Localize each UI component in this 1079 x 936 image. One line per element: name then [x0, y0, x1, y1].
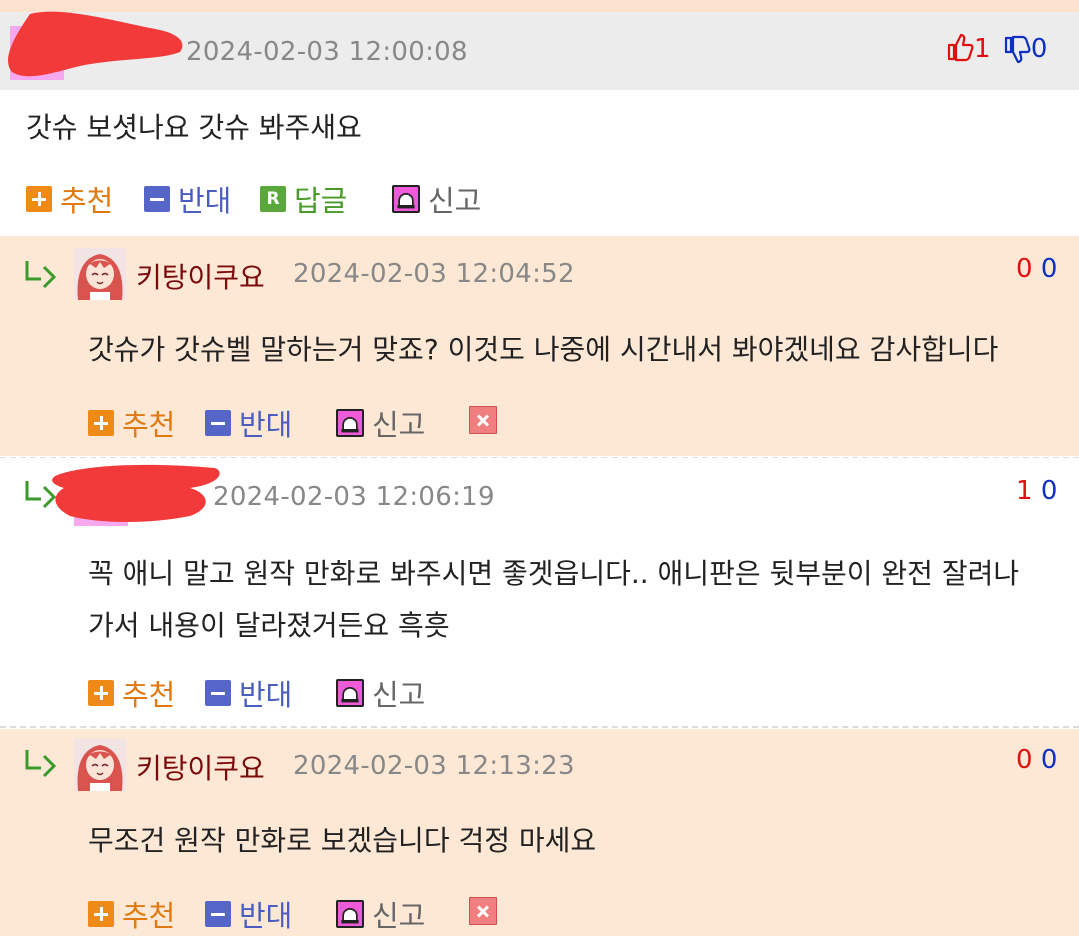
- report-button[interactable]: 신고: [392, 178, 481, 220]
- comment-2: 2024-02-03 12:06:19 1 0 꼭 애니 말고 원작 만화로 봐…: [0, 458, 1079, 726]
- upvote-count[interactable]: 0: [1016, 254, 1033, 284]
- delete-icon: [469, 897, 497, 925]
- delete-icon: [469, 406, 497, 434]
- comment-body-line: 꼭 애니 말고 원작 만화로 봐주시면 좋겟읍니다.. 애니판은 뒷부분이 완전…: [88, 557, 1020, 590]
- comment-body: 무조건 원작 만화로 보겠습니다 걱정 마세요: [88, 815, 596, 867]
- siren-icon: [392, 185, 420, 213]
- comment-body: 꼭 애니 말고 원작 만화로 봐주시면 좋겟읍니다.. 애니판은 뒷부분이 완전…: [88, 548, 1019, 652]
- siren-icon: [336, 679, 364, 707]
- recommend-button[interactable]: 추천: [88, 402, 175, 444]
- reply-arrow-icon: [25, 750, 57, 777]
- comment-body-line: 가서 내용이 달라졌거든요 흑흣: [88, 609, 450, 642]
- reply-arrow-icon: [25, 261, 57, 288]
- comment-body-line: 갓슈 보셧나요 갓슈 봐주새요: [26, 111, 362, 144]
- delete-button[interactable]: [469, 897, 505, 925]
- report-button[interactable]: 신고: [336, 672, 425, 714]
- recommend-button[interactable]: 추천: [88, 893, 175, 935]
- comment-1: 키탕이쿠요 2024-02-03 12:04:52 0 0 갓슈가 갓슈벨 말하…: [0, 236, 1079, 456]
- vote-counts: 0 0: [1016, 254, 1057, 284]
- siren-icon: [336, 900, 364, 928]
- plus-icon: [88, 680, 114, 706]
- comment-nickname[interactable]: 키탕이쿠요: [136, 747, 265, 787]
- avatar: [74, 248, 126, 300]
- comment-timestamp: 2024-02-03 12:13:23: [293, 751, 575, 781]
- comment-0: 2024-02-03 12:00:08 1 0 갓슈 보셧나요 갓슈 봐주새요 …: [0, 11, 1079, 236]
- siren-icon: [336, 409, 364, 437]
- comment-body: 갓슈가 갓슈벨 말하는거 맞죠? 이것도 나중에 시간내서 봐야겠네요 감사합니…: [88, 324, 998, 376]
- avatar: [74, 739, 126, 791]
- redaction-mark: [8, 11, 183, 77]
- vote-counts: 0 0: [1016, 745, 1057, 775]
- vote-counts: 1 0: [946, 32, 1047, 65]
- report-button[interactable]: 신고: [336, 893, 425, 935]
- comment-3: 키탕이쿠요 2024-02-03 12:13:23 0 0 무조건 원작 만화로…: [0, 729, 1079, 936]
- minus-icon: [144, 186, 170, 212]
- comment-separator: [0, 726, 1079, 728]
- downvote-count: 0: [1030, 34, 1048, 64]
- comment-body-line: 무조건 원작 만화로 보겠습니다 걱정 마세요: [88, 824, 597, 857]
- plus-icon: [88, 901, 114, 927]
- upvote-count: 1: [974, 34, 991, 64]
- oppose-button[interactable]: 반대: [205, 402, 292, 444]
- downvote-count[interactable]: 0: [1041, 254, 1058, 284]
- vote-counts: 1 0: [1016, 476, 1057, 506]
- recommend-button[interactable]: 추천: [26, 178, 113, 220]
- downvote-count[interactable]: 0: [1041, 476, 1058, 506]
- report-button[interactable]: 신고: [336, 402, 425, 444]
- redaction-mark: [52, 464, 220, 522]
- thumbs-up-icon[interactable]: [946, 32, 974, 62]
- reply-button[interactable]: R 답글: [260, 178, 347, 220]
- upvote-count[interactable]: 0: [1016, 745, 1033, 775]
- plus-icon: [88, 410, 114, 436]
- comment-body-line: 갓슈가 갓슈벨 말하는거 맞죠? 이것도 나중에 시간내서 봐야겠네요 감사합니…: [88, 333, 999, 366]
- comment-timestamp: 2024-02-03 12:04:52: [293, 259, 575, 289]
- reply-badge-icon: R: [260, 186, 286, 212]
- downvote-count[interactable]: 0: [1041, 745, 1058, 775]
- delete-button[interactable]: [469, 406, 505, 434]
- recommend-button[interactable]: 추천: [88, 672, 175, 714]
- comment-nickname[interactable]: 키탕이쿠요: [136, 256, 265, 296]
- comment-timestamp: 2024-02-03 12:06:19: [213, 482, 495, 512]
- minus-icon: [205, 901, 231, 927]
- oppose-button[interactable]: 반대: [205, 672, 292, 714]
- minus-icon: [205, 410, 231, 436]
- oppose-button[interactable]: 반대: [205, 893, 292, 935]
- comment-timestamp: 2024-02-03 12:00:08: [186, 37, 468, 67]
- plus-icon: [26, 186, 52, 212]
- oppose-button[interactable]: 반대: [144, 178, 231, 220]
- thumbs-down-icon[interactable]: [1003, 35, 1031, 65]
- comment-body: 갓슈 보셧나요 갓슈 봐주새요: [26, 102, 362, 154]
- upvote-count[interactable]: 1: [1016, 476, 1033, 506]
- minus-icon: [205, 680, 231, 706]
